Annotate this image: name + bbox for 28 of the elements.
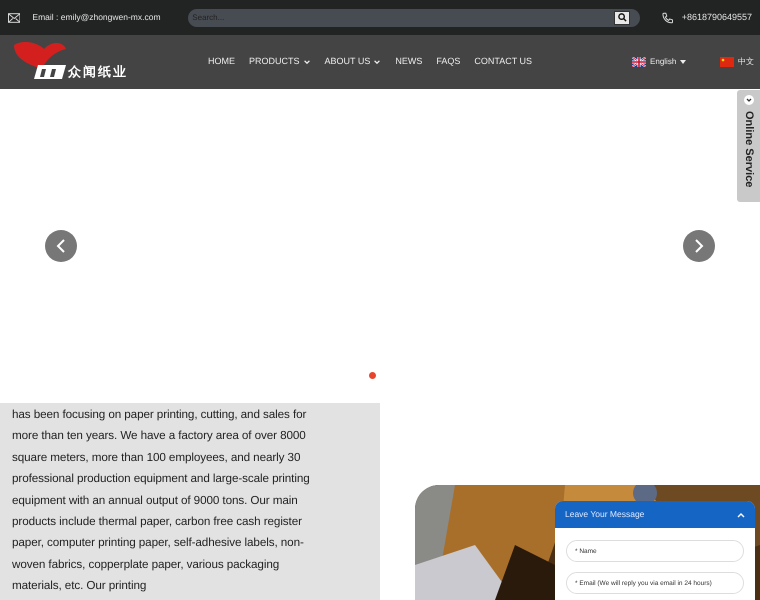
chevron-up-icon [737,512,745,518]
flag-icon [632,57,646,67]
about-text: has been focusing on paper printing, cutting, and sales for more than ten years. We have a factory area of over 8000 square meters, more than 100 employees, and nearly 30 professional production equipment and large-scale printing equipment with an annual output of 9000 tons. Our main products include thermal paper, carbon free cash register paper, computer printing paper, self-adhesive labels, non-woven fabrics, copperplate paper, various packaging materials, etc. Our printing [12,407,310,594]
next-button[interactable] [683,230,715,262]
phone-number: +8618790649557 [682,10,752,24]
search-button[interactable] [614,10,630,24]
nav-link[interactable]: NEWS [395,55,422,69]
chat-title: Leave Your Message [565,508,644,521]
logo-text: 众闻纸业 [68,62,128,80]
nav-link[interactable]: CONTACT US [474,55,532,69]
phone-icon [662,12,674,24]
chat-header[interactable]: Leave Your Message [555,501,755,528]
previous-button[interactable] [45,230,77,262]
nav-link[interactable]: HOME [208,55,235,69]
online-service-label: Online Service [742,111,756,188]
language-link[interactable]: 中文 [720,56,754,68]
nav-link[interactable]: FAQS [436,55,460,69]
chevron-icon [744,95,754,105]
nav-link[interactable]: ABOUT US [324,55,382,69]
search-icon [618,13,627,22]
email-text: Email : emily@zhongwen-mx.com [32,11,162,24]
online-service-tab[interactable]: Online Service [737,90,760,202]
nav-link[interactable]: PRODUCTS [249,55,311,69]
mail-icon [8,12,20,22]
chevron-left-icon [56,239,66,253]
flag-icon [720,57,734,67]
language-link[interactable]: English [632,56,686,68]
chevron-right-icon [694,239,704,253]
